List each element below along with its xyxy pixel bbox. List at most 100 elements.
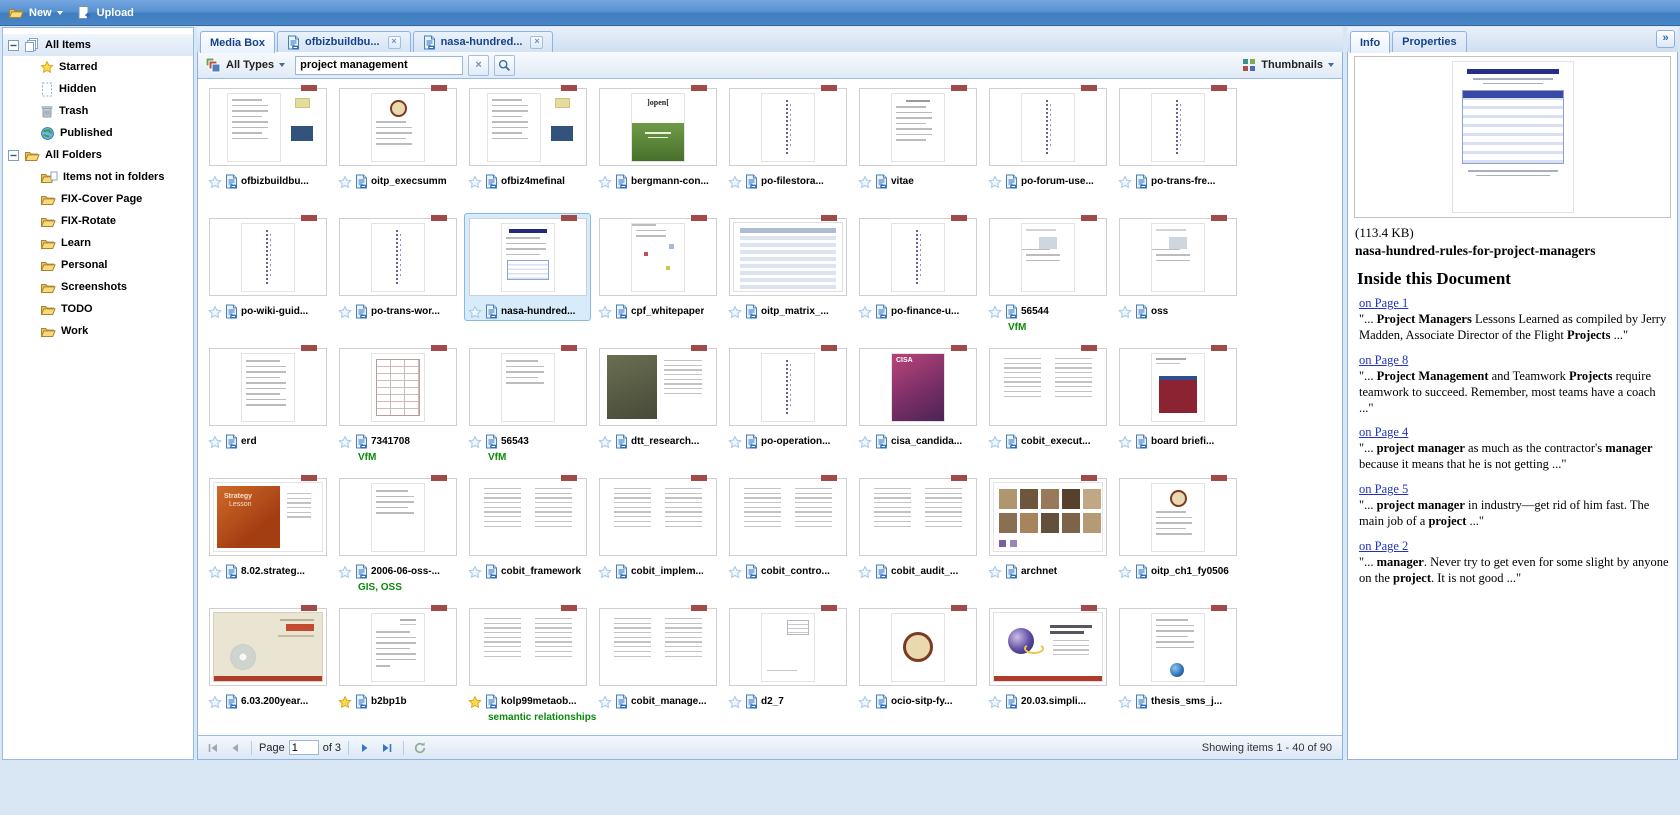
thumbnail[interactable] <box>989 218 1107 296</box>
thumbnail[interactable] <box>859 478 977 556</box>
thumbnail[interactable] <box>1119 348 1237 426</box>
star-icon[interactable] <box>1118 695 1132 709</box>
thumbnail[interactable] <box>339 218 457 296</box>
grid-item-2006-06-oss[interactable]: 2006-06-oss-...GIS, OSS <box>338 475 468 605</box>
star-icon[interactable] <box>728 305 742 319</box>
star-icon[interactable] <box>1118 435 1132 449</box>
star-icon[interactable] <box>598 565 612 579</box>
tab-media-box[interactable]: Media Box <box>200 31 275 53</box>
thumbnail[interactable] <box>209 348 327 426</box>
thumbnail[interactable] <box>469 608 587 686</box>
grid-item-cobit-implem[interactable]: cobit_implem... <box>598 475 728 605</box>
thumbnail[interactable]: StrategyLesson <box>209 478 327 556</box>
grid-item-cobit-audit[interactable]: cobit_audit_... <box>858 475 988 605</box>
star-icon[interactable] <box>338 435 352 449</box>
star-filled-icon[interactable] <box>338 695 352 709</box>
grid-item-b2bp1b[interactable]: b2bp1b <box>338 605 468 735</box>
grid-item-56544[interactable]: 56544VfM <box>988 215 1118 345</box>
sidebar-item-screenshots[interactable]: Screenshots <box>3 276 193 298</box>
thumbnail[interactable] <box>339 608 457 686</box>
sidebar-item-trash[interactable]: Trash <box>3 100 193 122</box>
thumbnail[interactable] <box>469 218 587 296</box>
first-page-button[interactable] <box>204 739 222 757</box>
info-tab-info[interactable]: Info <box>1350 31 1390 53</box>
grid-item-thesis-sms-j[interactable]: thesis_sms_j... <box>1118 605 1248 735</box>
grid-item-7341708[interactable]: 7341708VfM <box>338 345 468 475</box>
tab-ofbizbuildbu[interactable]: ofbizbuildbu...× <box>277 31 411 52</box>
thumbnail[interactable] <box>729 478 847 556</box>
grid-item-cobit-framework[interactable]: cobit_framework <box>468 475 598 605</box>
star-icon[interactable] <box>858 175 872 189</box>
upload-button[interactable]: Upload <box>77 5 134 20</box>
grid-item-archnet[interactable]: archnet <box>988 475 1118 605</box>
star-icon[interactable] <box>988 175 1002 189</box>
star-icon[interactable] <box>1118 175 1132 189</box>
thumbnail[interactable] <box>729 218 847 296</box>
grid-item-20-03-simpli[interactable]: 20.03.simpli... <box>988 605 1118 735</box>
thumbnail[interactable] <box>729 88 847 166</box>
sidebar-item-all-folders[interactable]: All Folders <box>3 144 193 166</box>
star-icon[interactable] <box>468 175 482 189</box>
star-icon[interactable] <box>208 695 222 709</box>
thumbnail[interactable] <box>729 348 847 426</box>
star-icon[interactable] <box>728 695 742 709</box>
star-icon[interactable] <box>598 305 612 319</box>
sidebar-item-todo[interactable]: TODO <box>3 298 193 320</box>
grid-item-board-briefi[interactable]: board briefi... <box>1118 345 1248 475</box>
page-link[interactable]: on Page 1 <box>1359 296 1408 310</box>
thumbnail[interactable] <box>339 88 457 166</box>
thumbnail[interactable] <box>859 608 977 686</box>
grid-item-po-filestora[interactable]: po-filestora... <box>728 85 858 215</box>
grid-item-oitp-matrix[interactable]: oitp_matrix_... <box>728 215 858 345</box>
star-icon[interactable] <box>338 175 352 189</box>
star-icon[interactable] <box>338 565 352 579</box>
thumbnail[interactable] <box>1119 88 1237 166</box>
star-icon[interactable] <box>858 305 872 319</box>
thumbnail[interactable] <box>1119 218 1237 296</box>
grid-item-d2-7[interactable]: d2_7 <box>728 605 858 735</box>
star-icon[interactable] <box>468 565 482 579</box>
last-page-button[interactable] <box>378 739 396 757</box>
grid-item-oss[interactable]: oss <box>1118 215 1248 345</box>
thumbnail[interactable] <box>469 88 587 166</box>
star-icon[interactable] <box>208 305 222 319</box>
thumbnail[interactable] <box>339 348 457 426</box>
collapse-panel-button[interactable]: » <box>1656 30 1675 48</box>
sidebar-item-items-not-in-folders[interactable]: Items not in folders <box>3 166 193 188</box>
thumbnail[interactable] <box>209 218 327 296</box>
minus-box-icon[interactable] <box>8 40 19 51</box>
sidebar-item-starred[interactable]: Starred <box>3 56 193 78</box>
previous-page-button[interactable] <box>226 739 244 757</box>
thumbnail[interactable] <box>599 218 717 296</box>
page-input[interactable] <box>289 740 319 755</box>
grid-item-erd[interactable]: erd <box>208 345 338 475</box>
thumbnail[interactable] <box>209 608 327 686</box>
thumbnail[interactable] <box>989 608 1107 686</box>
star-icon[interactable] <box>858 695 872 709</box>
thumbnail[interactable]: CISA <box>859 348 977 426</box>
grid-item-po-finance-u[interactable]: po-finance-u... <box>858 215 988 345</box>
sidebar-item-all-items[interactable]: All Items <box>3 34 193 56</box>
view-mode-label[interactable]: Thumbnails <box>1261 59 1323 71</box>
star-icon[interactable] <box>208 175 222 189</box>
star-icon[interactable] <box>1118 565 1132 579</box>
grid-item-kolp99metaob[interactable]: kolp99metaob...semantic relationships <box>468 605 598 735</box>
minus-box-icon[interactable] <box>8 150 19 161</box>
star-icon[interactable] <box>208 435 222 449</box>
thumbnail[interactable] <box>1119 608 1237 686</box>
star-icon[interactable] <box>988 435 1002 449</box>
star-icon[interactable] <box>208 565 222 579</box>
new-button[interactable]: New <box>8 5 63 20</box>
info-tab-properties[interactable]: Properties <box>1392 31 1466 52</box>
thumbnail[interactable] <box>599 348 717 426</box>
grid-item-bergmann-con[interactable]: ]open[bergmann-con... <box>598 85 728 215</box>
tab-nasa-hundred[interactable]: nasa-hundred...× <box>413 31 554 52</box>
grid-item-cobit-manage[interactable]: cobit_manage... <box>598 605 728 735</box>
thumbnail[interactable] <box>209 88 327 166</box>
sidebar-item-fix-cover-page[interactable]: FIX-Cover Page <box>3 188 193 210</box>
page-link[interactable]: on Page 5 <box>1359 482 1408 496</box>
grid-item-po-forum-use[interactable]: po-forum-use... <box>988 85 1118 215</box>
grid-item-cpf-whitepaper[interactable]: cpf_whitepaper <box>598 215 728 345</box>
thumbnail[interactable] <box>989 478 1107 556</box>
close-tab-icon[interactable]: × <box>530 36 543 49</box>
